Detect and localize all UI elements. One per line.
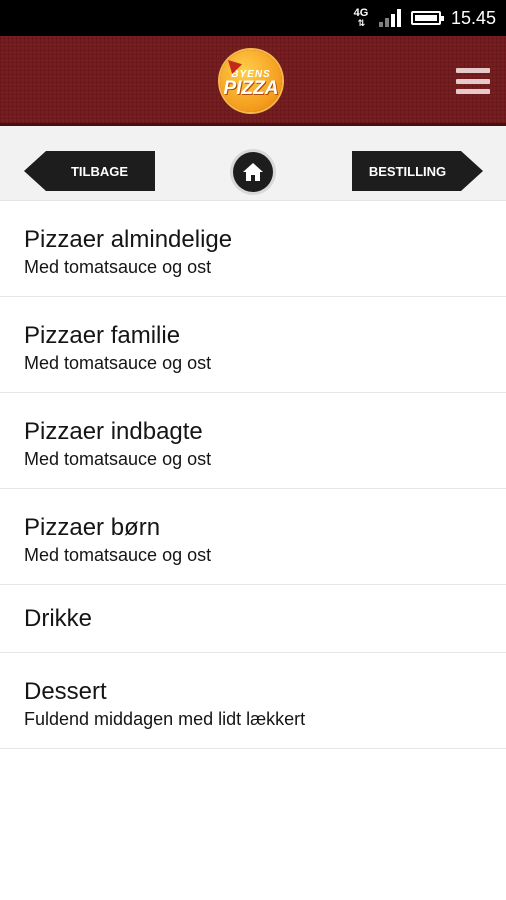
list-item-pizzaer-born[interactable]: Pizzaer børn Med tomatsauce og ost: [0, 489, 506, 585]
network-type: 4G: [353, 7, 369, 19]
back-button[interactable]: TILBAGE: [24, 151, 155, 191]
signal-icon: [378, 9, 401, 27]
network-4g-icon: 4G ⇅: [353, 7, 369, 29]
app-header: BYENS PIZZA: [0, 36, 506, 126]
list-item-pizzaer-indbagte[interactable]: Pizzaer indbagte Med tomatsauce og ost: [0, 393, 506, 489]
hamburger-menu-icon[interactable]: [456, 68, 490, 94]
back-button-label: TILBAGE: [70, 163, 129, 179]
list-item-subtitle: Med tomatsauce og ost: [24, 448, 212, 469]
list-item-title: Dessert: [24, 677, 107, 705]
navigation-bar: TILBAGE BESTILLING: [0, 126, 506, 201]
list-item-drikke[interactable]: Drikke: [0, 585, 506, 653]
list-item-dessert[interactable]: Dessert Fuldend middagen med lidt lækker…: [0, 653, 506, 749]
byens-pizza-logo[interactable]: BYENS PIZZA: [220, 50, 282, 112]
list-item-title: Pizzaer familie: [24, 321, 181, 349]
list-item-subtitle: Fuldend middagen med lidt lækkert: [24, 708, 306, 729]
home-button[interactable]: [233, 152, 273, 192]
list-item-title: Drikke: [24, 604, 93, 632]
order-button-label: BESTILLING: [368, 163, 447, 179]
battery-icon: [410, 11, 444, 25]
list-item-subtitle: Med tomatsauce og ost: [24, 352, 212, 373]
home-icon: [243, 163, 263, 181]
list-item-title: Pizzaer almindelige: [24, 225, 233, 253]
order-button[interactable]: BESTILLING: [352, 151, 483, 191]
status-bar: 4G ⇅ 15.45: [0, 0, 506, 36]
list-item-pizzaer-familie[interactable]: Pizzaer familie Med tomatsauce og ost: [0, 297, 506, 393]
clock: 15.45: [450, 7, 496, 28]
list-item-title: Pizzaer indbagte: [24, 417, 203, 445]
logo-line2: PIZZA: [223, 77, 279, 99]
list-item-subtitle: Med tomatsauce og ost: [24, 544, 212, 565]
menu-category-list: Pizzaer almindelige Med tomatsauce og os…: [0, 201, 506, 749]
list-item-title: Pizzaer børn: [24, 513, 161, 541]
list-item-pizzaer-almindelige[interactable]: Pizzaer almindelige Med tomatsauce og os…: [0, 201, 506, 297]
list-item-subtitle: Med tomatsauce og ost: [24, 256, 212, 277]
